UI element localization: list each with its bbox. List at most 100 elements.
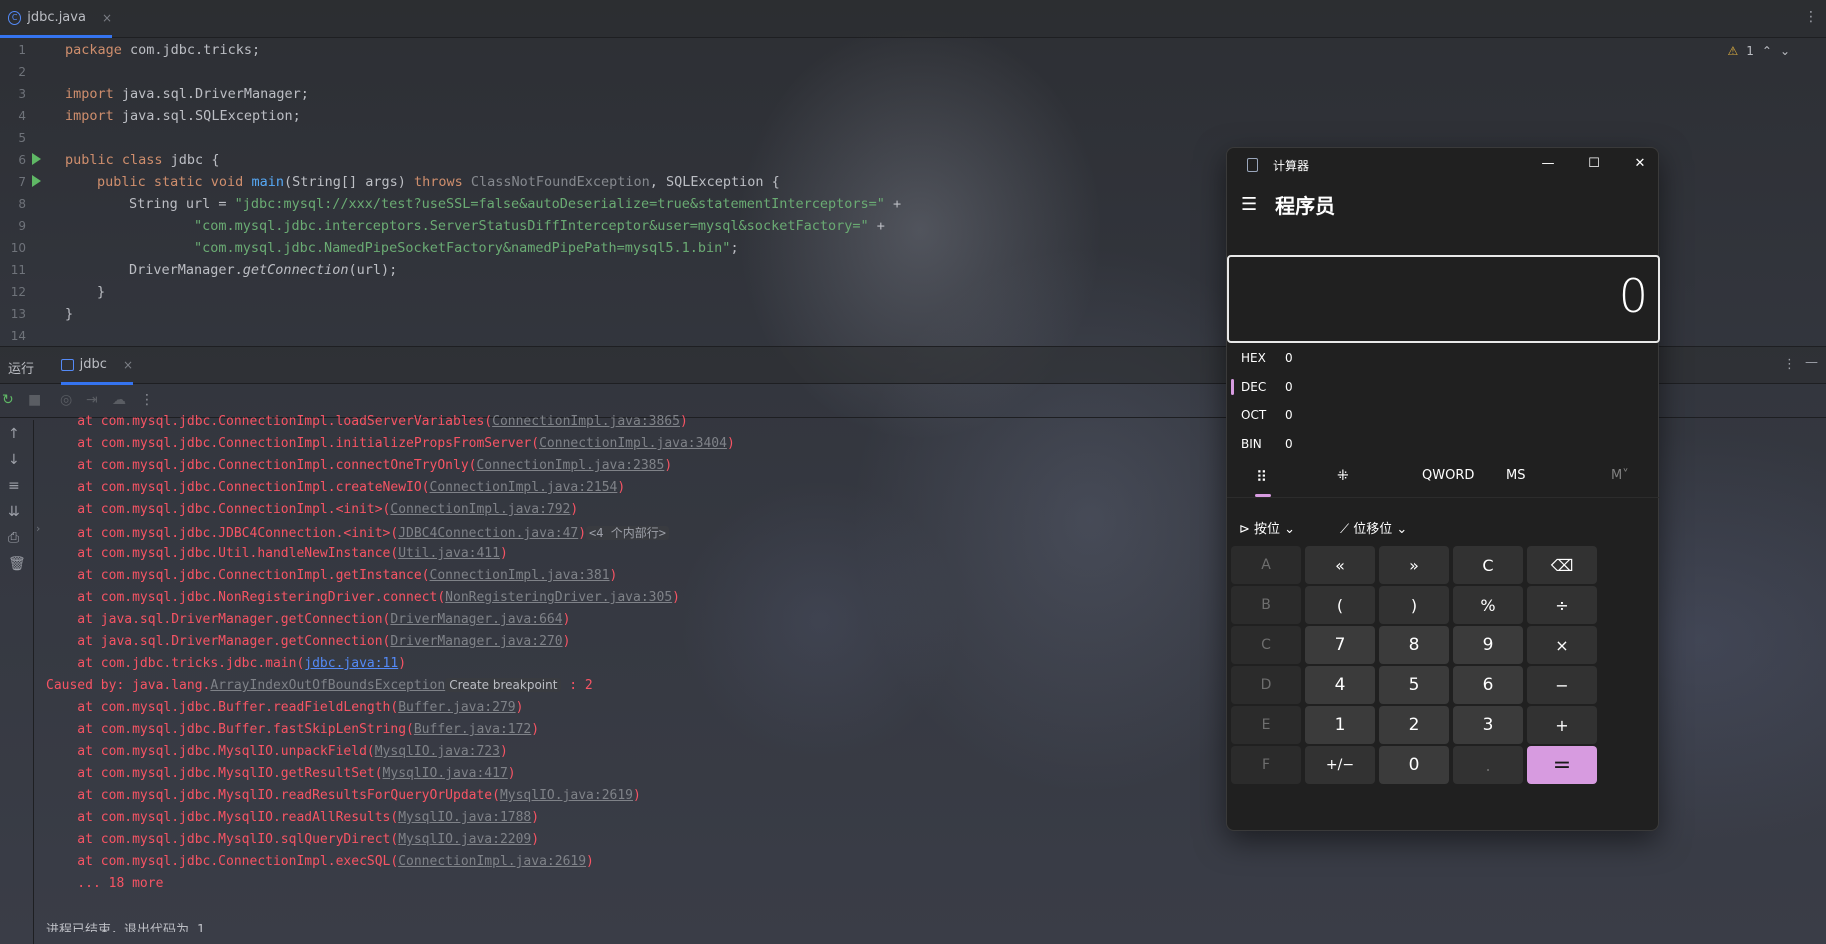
code-line[interactable]: package com.jdbc.tricks; — [65, 42, 260, 58]
source-link[interactable]: ConnectionImpl.java:3865 — [492, 414, 680, 429]
key-hex-a[interactable]: A — [1231, 546, 1301, 584]
soft-wrap-icon[interactable]: ≡ — [8, 478, 20, 494]
source-link[interactable]: Util.java:411 — [398, 546, 500, 561]
key-1[interactable]: 1 — [1305, 706, 1375, 744]
code-line[interactable]: DriverManager.getConnection(url); — [129, 262, 397, 278]
camera-icon[interactable]: ◎ — [60, 392, 72, 408]
key-hex-d[interactable]: D — [1231, 666, 1301, 704]
key-hex-c[interactable]: C — [1231, 626, 1301, 664]
code-line[interactable]: "com.mysql.jdbc.interceptors.ServerStatu… — [194, 218, 885, 234]
key-clear[interactable]: C — [1453, 546, 1523, 584]
key-negate[interactable]: +/− — [1305, 746, 1375, 784]
base-row-oct[interactable]: OCT 0 — [1241, 404, 1293, 426]
source-link[interactable]: ConnectionImpl.java:381 — [430, 568, 610, 583]
source-link[interactable]: MysqlIO.java:2619 — [500, 788, 633, 803]
code-line[interactable]: } — [97, 284, 105, 300]
key-4[interactable]: 4 — [1305, 666, 1375, 704]
key-9[interactable]: 9 — [1453, 626, 1523, 664]
key-6[interactable]: 6 — [1453, 666, 1523, 704]
scroll-to-end-icon[interactable]: ⇊ — [8, 504, 20, 520]
key-hex-e[interactable]: E — [1231, 706, 1301, 744]
expand-chevron-icon[interactable]: › — [36, 522, 40, 535]
create-breakpoint-button[interactable]: Create breakpoint — [445, 678, 562, 692]
arrow-down-icon[interactable]: ↓ — [8, 452, 20, 468]
code-line[interactable]: } — [65, 306, 73, 322]
source-link[interactable]: ConnectionImpl.java:792 — [390, 502, 570, 517]
code-line[interactable]: public class jdbc { — [65, 152, 219, 168]
base-row-hex[interactable]: HEX 0 — [1241, 347, 1293, 369]
close-tab-icon[interactable]: × — [123, 358, 133, 372]
key-modulo[interactable]: % — [1453, 586, 1523, 624]
chevron-down-icon[interactable]: ⌄ — [1780, 44, 1790, 58]
key-0[interactable]: 0 — [1379, 746, 1449, 784]
source-link[interactable]: NonRegisteringDriver.java:305 — [445, 590, 672, 605]
trash-icon[interactable]: 🗑 — [8, 556, 26, 572]
close-tab-icon[interactable]: × — [102, 11, 112, 25]
bitshift-dropdown[interactable]: ⟋ 位移位 ⌄ — [1340, 518, 1407, 537]
code-line[interactable]: import java.sql.SQLException; — [65, 108, 301, 124]
print-icon[interactable]: ⎙ — [8, 530, 19, 546]
bit-toggle-keypad-icon[interactable]: ⁜ — [1337, 468, 1349, 484]
minimize-icon[interactable]: — — [1538, 154, 1558, 174]
key-right-shift[interactable]: » — [1379, 546, 1449, 584]
source-link[interactable]: Buffer.java:172 — [414, 722, 531, 737]
hamburger-menu-icon[interactable]: ☰ — [1241, 194, 1257, 215]
key-hex-f[interactable]: F — [1231, 746, 1301, 784]
source-link[interactable]: MysqlIO.java:2209 — [398, 832, 531, 847]
source-link[interactable]: DriverManager.java:664 — [390, 612, 562, 627]
key-7[interactable]: 7 — [1305, 626, 1375, 664]
key-2[interactable]: 2 — [1379, 706, 1449, 744]
more-options-icon[interactable]: ⋮ — [1783, 357, 1796, 372]
console-output[interactable]: at com.mysql.jdbc.ConnectionImpl.loadSer… — [46, 412, 1226, 932]
key-3[interactable]: 3 — [1453, 706, 1523, 744]
source-link[interactable]: JDBC4Connection.java:47 — [398, 526, 578, 541]
source-link[interactable]: jdbc.java:11 — [304, 656, 398, 671]
code-line[interactable]: import java.sql.DriverManager; — [65, 86, 309, 102]
more-options-icon[interactable]: ⋮ — [140, 392, 154, 408]
source-link[interactable]: ConnectionImpl.java:2619 — [398, 854, 586, 869]
base-row-dec[interactable]: DEC 0 — [1241, 376, 1293, 398]
key-8[interactable]: 8 — [1379, 626, 1449, 664]
run-main-gutter-icon[interactable] — [32, 175, 41, 187]
rerun-icon[interactable]: ↻ — [2, 392, 14, 408]
key-divide[interactable]: ÷ — [1527, 586, 1597, 624]
inspection-widget[interactable]: ⚠ 1 ⌃ ⌄ — [1727, 44, 1790, 58]
bitwise-dropdown[interactable]: ⊳ 按位 ⌄ — [1239, 518, 1295, 537]
source-link[interactable]: DriverManager.java:270 — [390, 634, 562, 649]
key-minus[interactable]: − — [1527, 666, 1597, 704]
memory-store-button[interactable]: MS — [1506, 468, 1525, 483]
source-link[interactable]: MysqlIO.java:723 — [375, 744, 500, 759]
source-link[interactable]: MysqlIO.java:1788 — [398, 810, 531, 825]
file-tab-jdbc-java[interactable]: C jdbc.java × — [0, 0, 112, 38]
close-icon[interactable]: ✕ — [1630, 154, 1650, 174]
chevron-up-icon[interactable]: ⌃ — [1762, 44, 1772, 58]
key-multiply[interactable]: × — [1527, 626, 1597, 664]
calculator-title-bar[interactable]: 计算器 — ☐ ✕ — [1227, 148, 1658, 182]
code-line[interactable]: String url = "jdbc:mysql://xxx/test?useS… — [129, 196, 901, 212]
stop-icon[interactable]: ■ — [28, 392, 41, 408]
key-close-paren[interactable]: ) — [1379, 586, 1449, 624]
key-open-paren[interactable]: ( — [1305, 586, 1375, 624]
base-row-bin[interactable]: BIN 0 — [1241, 433, 1293, 455]
source-link[interactable]: ConnectionImpl.java:2385 — [476, 458, 664, 473]
key-equals[interactable]: = — [1527, 746, 1597, 784]
source-link[interactable]: ConnectionImpl.java:3404 — [539, 436, 727, 451]
source-link[interactable]: Buffer.java:279 — [398, 700, 515, 715]
run-class-gutter-icon[interactable] — [32, 153, 41, 165]
code-line[interactable]: "com.mysql.jdbc.NamedPipeSocketFactory&n… — [194, 240, 739, 256]
key-hex-b[interactable]: B — [1231, 586, 1301, 624]
exception-link[interactable]: ArrayIndexOutOfBoundsException — [210, 678, 445, 693]
exit-icon[interactable]: ⇥ — [86, 392, 98, 408]
arrow-up-icon[interactable]: ↑ — [8, 426, 20, 442]
key-decimal[interactable]: . — [1453, 746, 1523, 784]
full-keypad-icon[interactable]: ⠿ — [1256, 468, 1267, 486]
backspace-icon[interactable]: ⌫ — [1527, 546, 1597, 584]
folded-lines-chip[interactable]: <4 个内部行> — [586, 526, 669, 540]
hide-panel-icon[interactable]: — — [1805, 355, 1818, 370]
run-tab-jdbc[interactable]: jdbc × — [61, 347, 133, 385]
memory-list-button[interactable]: M˅ — [1611, 468, 1629, 483]
source-link[interactable]: ConnectionImpl.java:2154 — [430, 480, 618, 495]
word-size-button[interactable]: QWORD — [1422, 468, 1474, 483]
key-5[interactable]: 5 — [1379, 666, 1449, 704]
code-line[interactable]: public static void main(String[] args) t… — [97, 174, 780, 190]
